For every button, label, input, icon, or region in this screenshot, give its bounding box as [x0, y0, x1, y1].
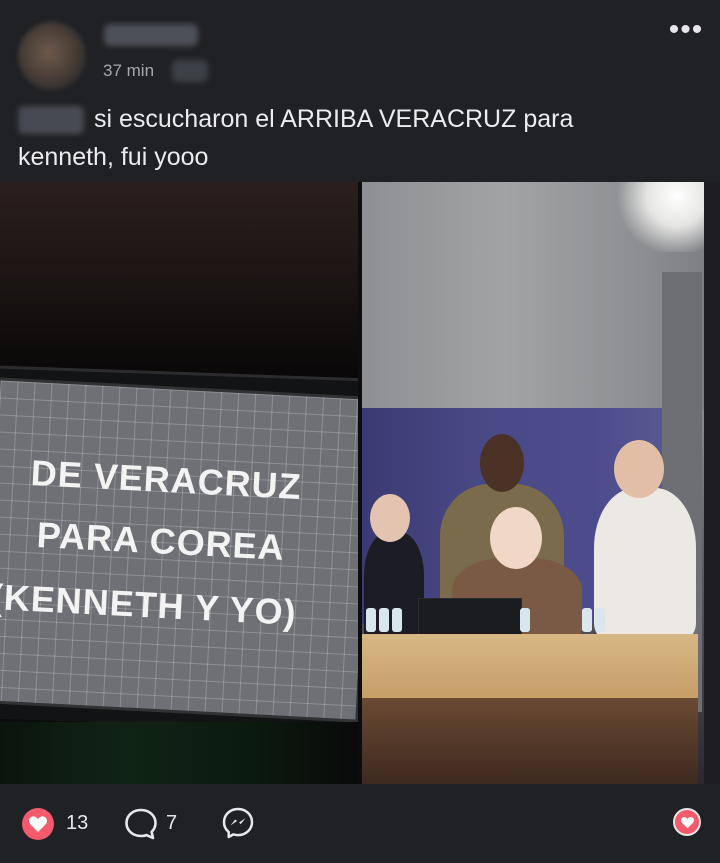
username-blurred[interactable] — [104, 24, 198, 46]
reaction-badge[interactable] — [673, 808, 701, 836]
like-button[interactable] — [22, 808, 54, 840]
photo-bottom — [0, 722, 358, 784]
heart-icon — [680, 817, 695, 829]
person-center-front-head — [490, 507, 542, 569]
post-text-line-1: si escucharon el ARRIBA VERACRUZ para — [94, 105, 574, 133]
messenger-icon — [222, 807, 254, 839]
avatar[interactable] — [18, 22, 86, 90]
photo-stage[interactable] — [362, 182, 720, 784]
comment-button[interactable] — [123, 806, 159, 842]
water-bottle — [366, 608, 376, 632]
post-header: 37 min ••• si escucharon el ARRIBA VERAC… — [0, 0, 720, 182]
more-dots-icon: ••• — [668, 13, 704, 46]
water-bottle — [392, 608, 402, 632]
post-text-line-2: kenneth, fui yooo — [18, 143, 209, 171]
action-bar — [0, 784, 720, 863]
water-bottle — [520, 608, 530, 632]
like-count[interactable]: 13 — [66, 812, 88, 835]
desk — [362, 634, 698, 700]
water-bottle — [379, 608, 389, 632]
person-left-head — [370, 494, 410, 542]
water-bottle — [595, 608, 605, 632]
person-right — [594, 488, 696, 638]
desk-front — [362, 698, 698, 784]
laptop — [418, 598, 522, 638]
comment-bubble-icon — [125, 808, 157, 840]
person-right-head — [614, 440, 664, 498]
messenger-share-button[interactable] — [221, 806, 255, 840]
photo-edge — [704, 182, 720, 784]
post-images: DE VERACRUZ PARA COREA (KENNETH Y YO) — [0, 182, 720, 784]
person-center-back-head — [480, 434, 524, 492]
post-time: 37 min — [103, 61, 155, 80]
photo-sign[interactable]: DE VERACRUZ PARA COREA (KENNETH Y YO) — [0, 182, 358, 784]
heart-icon — [28, 816, 48, 832]
water-bottle — [582, 608, 592, 632]
post-text: si escucharon el ARRIBA VERACRUZ para ke… — [18, 100, 708, 176]
meta-blurred — [172, 60, 208, 82]
comment-count[interactable]: 7 — [166, 812, 177, 835]
more-options-button[interactable]: ••• — [666, 15, 706, 45]
